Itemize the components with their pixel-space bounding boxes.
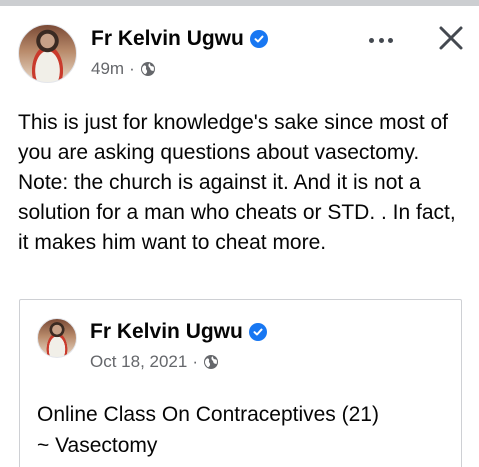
- author-name-row: Fr Kelvin Ugwu: [91, 27, 268, 51]
- shared-author-name-row: Fr Kelvin Ugwu: [90, 320, 267, 344]
- globe-icon: [140, 62, 155, 76]
- shared-author-name[interactable]: Fr Kelvin Ugwu: [90, 320, 243, 344]
- more-options-icon[interactable]: [366, 28, 396, 52]
- shared-post-date[interactable]: Oct 18, 2021: [90, 352, 187, 372]
- more-dot: [378, 37, 384, 43]
- verified-check-icon: [249, 30, 268, 48]
- meta-separator: ·: [129, 59, 135, 78]
- shared-body-line: Online Class On Contraceptives (21): [37, 403, 379, 426]
- shared-post-body: Online Class On Contraceptives (21) ~ Va…: [37, 399, 447, 461]
- post-body-text: This is just for knowledge's sake since …: [18, 111, 456, 254]
- post-header: Fr Kelvin Ugwu 49m ·: [18, 24, 468, 86]
- meta-separator: ·: [192, 352, 199, 371]
- post-meta: 49m ·: [91, 59, 156, 79]
- close-icon[interactable]: [437, 24, 465, 52]
- post-timestamp[interactable]: 49m: [91, 59, 124, 79]
- shared-post-card[interactable]: Fr Kelvin Ugwu Oct 18, 2021 · Online Cla…: [19, 299, 462, 467]
- more-dot: [388, 37, 393, 43]
- shared-body-line: ~ Vasectomy: [37, 434, 158, 457]
- author-avatar[interactable]: [18, 24, 77, 83]
- shared-post-meta: Oct 18, 2021 ·: [90, 352, 219, 372]
- verified-check-icon: [248, 323, 267, 341]
- globe-icon: [204, 355, 219, 369]
- shared-author-avatar[interactable]: [37, 318, 77, 358]
- author-name[interactable]: Fr Kelvin Ugwu: [91, 27, 244, 51]
- top-divider: [0, 0, 479, 6]
- more-dot: [369, 37, 374, 43]
